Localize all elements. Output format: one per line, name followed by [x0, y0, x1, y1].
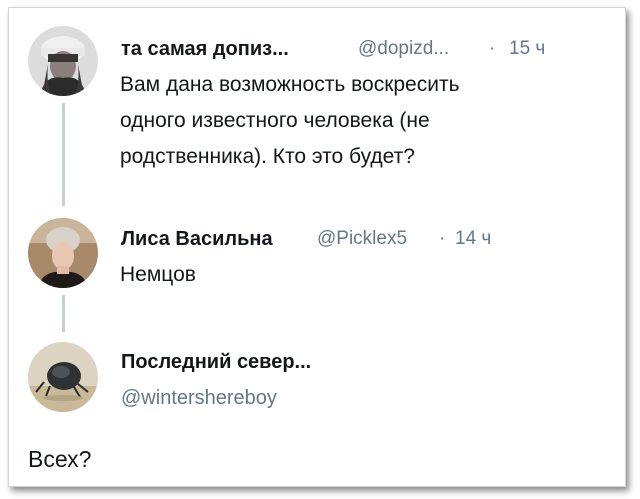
tweet-author-name[interactable]: Последний север...	[121, 351, 311, 374]
tweet-thread-card: та самая допиз... @dopizd... · 15 ч Вам …	[8, 7, 626, 487]
separator-dot: ·	[439, 228, 446, 249]
tweet-author-handle[interactable]: @Picklex5	[317, 228, 407, 250]
tweet-author-handle[interactable]: @dopizd...	[358, 38, 449, 60]
tweet-text-line: Вам дана возможность воскресить	[120, 73, 460, 96]
tweet-text: Немцов	[120, 257, 196, 293]
tweet-timestamp[interactable]: 14 ч	[455, 228, 491, 250]
thread-line	[62, 103, 65, 206]
tweet-author-name[interactable]: та самая допиз...	[121, 38, 289, 61]
tweet-text-line: Немцов	[120, 263, 196, 286]
tweet-text: Всех?	[28, 441, 91, 477]
thread-line	[62, 295, 65, 332]
avatar[interactable]	[28, 218, 98, 288]
tweet-author-handle[interactable]: @wintershereboy	[121, 387, 277, 410]
tweet-text-line: одного известного человека (не	[120, 109, 430, 132]
tweet-text-line: Всех?	[28, 446, 92, 472]
tweet-text: Вам дана возможность воскресить одного и…	[120, 67, 460, 175]
avatar[interactable]	[28, 342, 98, 412]
separator-dot: ·	[489, 38, 496, 59]
tweet-author-name[interactable]: Лиса Васильна	[121, 228, 273, 251]
tweet-text-line: родственника). Кто это будет?	[120, 145, 415, 168]
avatar[interactable]	[28, 26, 98, 96]
tweet-timestamp[interactable]: 15 ч	[509, 38, 545, 60]
